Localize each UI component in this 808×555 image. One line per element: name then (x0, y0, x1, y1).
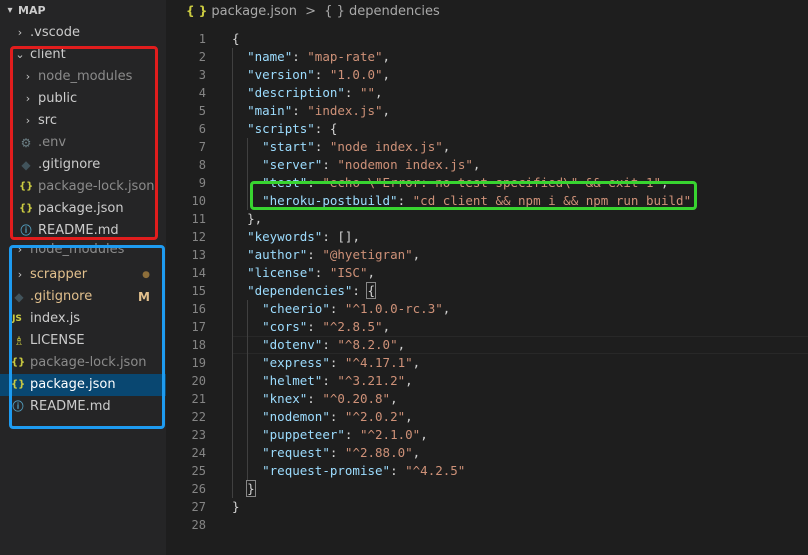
line-number: 23 (191, 428, 206, 442)
code-line: "request-promise": "^4.2.5" (262, 463, 466, 478)
code-line: "cheerio": "^1.0.0-rc.3", (262, 301, 451, 316)
line-number: 14 (191, 266, 206, 280)
tree-item-label: .vscode (30, 25, 80, 40)
breadcrumb-file[interactable]: package.json (211, 4, 297, 19)
vscode-window: ▾ MAP › .vscode ⌄ client › node_modules … (0, 0, 808, 555)
tree-item-vscode[interactable]: › .vscode (0, 22, 166, 44)
code-line: "knex": "^0.20.8", (262, 391, 398, 406)
code-line: { (232, 31, 240, 46)
line-number: 13 (191, 248, 206, 262)
line-number: 1 (198, 32, 206, 46)
code-line: "description": "", (247, 85, 383, 100)
line-number: 2 (198, 50, 206, 64)
code-line: }, (247, 211, 263, 226)
line-number: 7 (198, 140, 206, 154)
green-highlight-box (250, 181, 697, 210)
code-line: "request": "^2.88.0", (262, 445, 421, 460)
explorer-folder-header[interactable]: ▾ MAP (0, 0, 166, 22)
folder-title: MAP (18, 4, 46, 17)
line-number: 3 (198, 68, 206, 82)
blue-highlight-box (9, 245, 165, 429)
breadcrumb: { } package.json > { } dependencies (166, 0, 808, 22)
line-number: 24 (191, 446, 206, 460)
breadcrumb-node[interactable]: dependencies (349, 4, 440, 19)
line-number: 21 (191, 392, 206, 406)
code-line: "license": "ISC", (247, 265, 376, 280)
object-icon: { } (324, 4, 345, 19)
code-line: "dotenv": "^8.2.0", (262, 337, 406, 352)
code-line: "puppeteer": "^2.1.0", (262, 427, 428, 442)
code-line: "cors": "^2.8.5", (262, 319, 391, 334)
line-number: 8 (198, 158, 206, 172)
chevron-down-icon: ▾ (7, 5, 13, 16)
code-line: "keywords": [], (247, 229, 360, 244)
code-line: "server": "nodemon index.js", (262, 157, 481, 172)
line-number: 28 (191, 518, 206, 532)
line-number: 27 (191, 500, 206, 514)
line-number: 4 (198, 86, 206, 100)
code-line: } (232, 499, 240, 514)
line-number: 11 (191, 212, 206, 226)
line-number: 26 (191, 482, 206, 496)
line-number: 6 (198, 122, 206, 136)
code-line: "start": "node index.js", (262, 139, 451, 154)
line-number: 20 (191, 374, 206, 388)
explorer-sidebar: ▾ MAP › .vscode ⌄ client › node_modules … (0, 0, 166, 555)
code-line: "nodemon": "^2.0.2", (262, 409, 413, 424)
red-highlight-box (10, 46, 158, 240)
code-editor[interactable]: { } package.json > { } dependencies 1234… (166, 0, 808, 555)
breadcrumb-separator: > (305, 4, 317, 19)
line-number: 22 (191, 410, 206, 424)
line-number: 15 (191, 284, 206, 298)
code-line: } (246, 480, 256, 497)
code-line: "helmet": "^3.21.2", (262, 373, 413, 388)
line-number: 9 (198, 176, 206, 190)
code-line: "name": "map-rate", (247, 49, 391, 64)
code-line: "author": "@hyetigran", (247, 247, 421, 262)
line-number: 25 (191, 464, 206, 478)
line-number: 16 (191, 302, 206, 316)
line-number: 18 (191, 338, 206, 352)
code-line: "express": "^4.17.1", (262, 355, 421, 370)
code-line: "main": "index.js", (247, 103, 391, 118)
line-number: 17 (191, 320, 206, 334)
line-number: 10 (191, 194, 206, 208)
json-icon: { } (186, 4, 208, 18)
chevron-right-icon: › (17, 26, 23, 39)
code-line: "version": "1.0.0", (247, 67, 391, 82)
line-number: 12 (191, 230, 206, 244)
code-line: "scripts": { (247, 121, 338, 136)
line-number: 5 (198, 104, 206, 118)
line-number: 19 (191, 356, 206, 370)
code-line: "dependencies": { (247, 282, 376, 299)
